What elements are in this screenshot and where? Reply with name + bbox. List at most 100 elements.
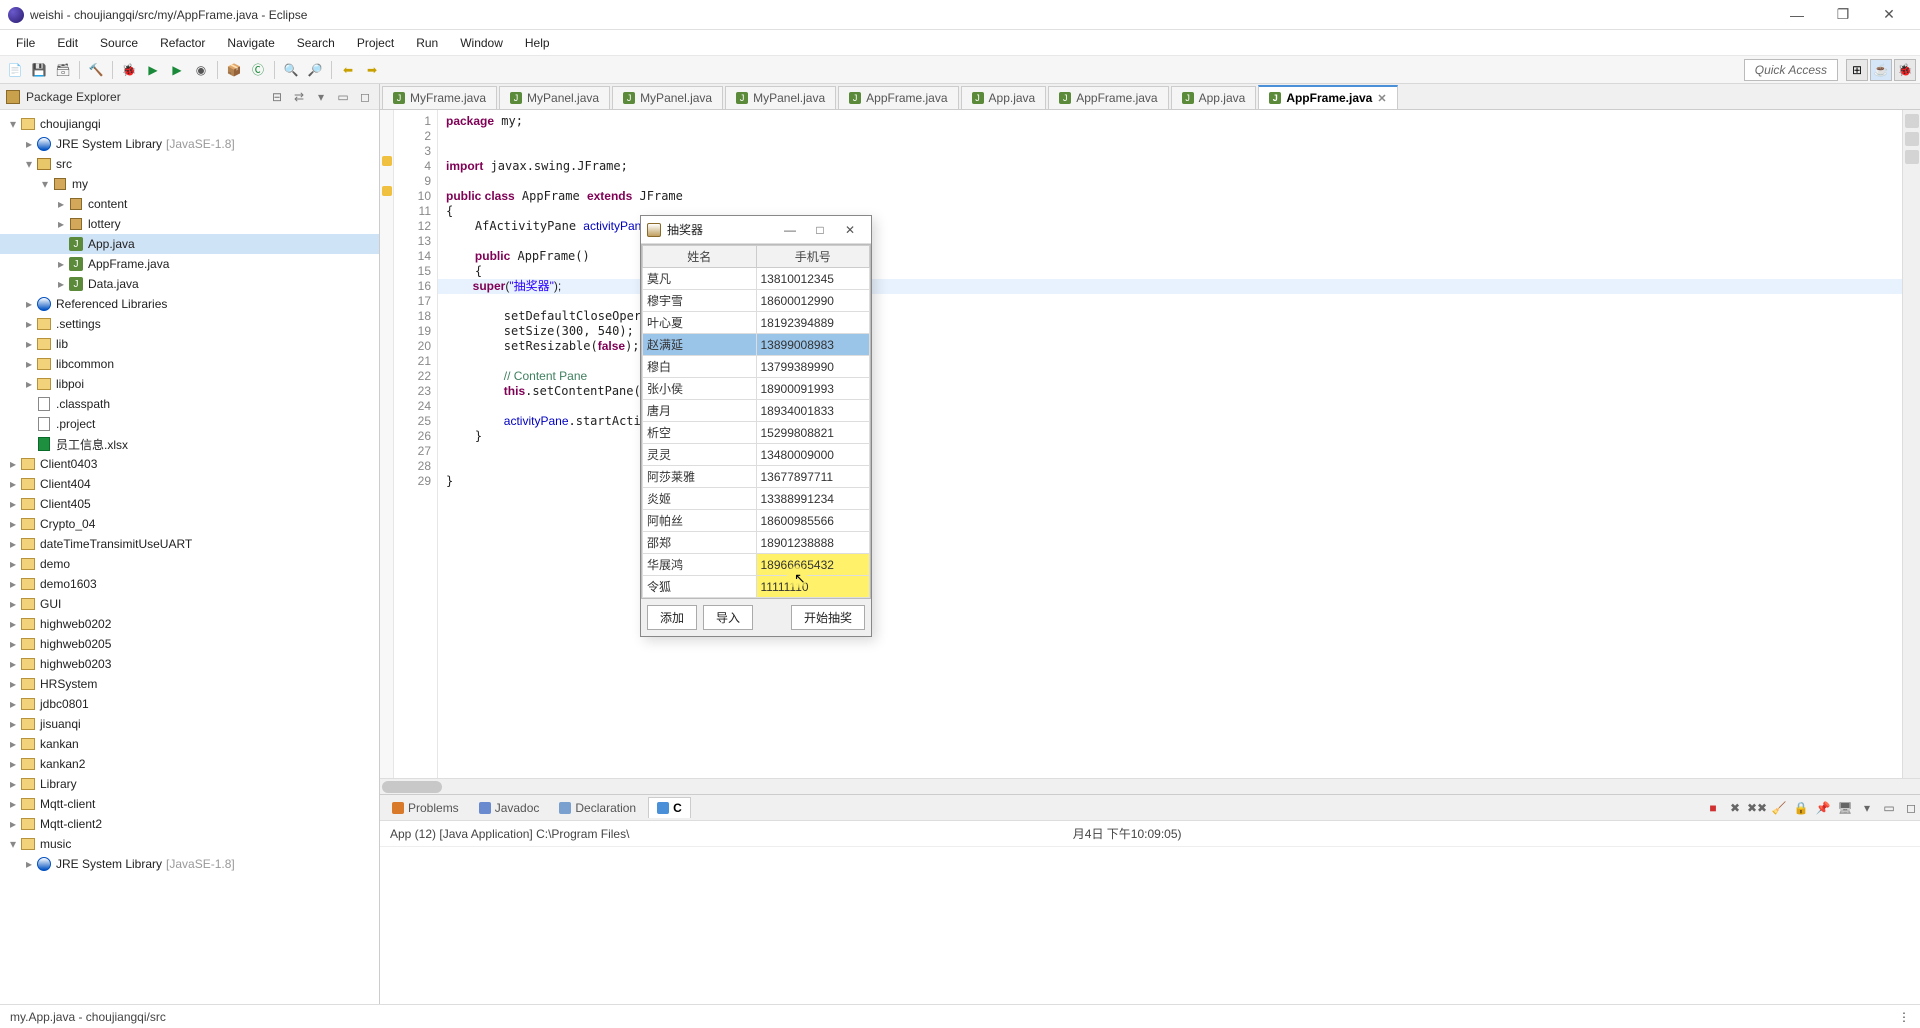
table-row[interactable]: 叶心夏18192394889 [643,312,870,334]
tree-file-data[interactable]: ▸Data.java [0,274,379,294]
table-row[interactable]: 灵灵13480009000 [643,444,870,466]
warning-marker-icon[interactable] [382,186,392,196]
tree-project[interactable]: ▸highweb0203 [0,654,379,674]
table-row[interactable]: 张小侯18900091993 [643,378,870,400]
table-row[interactable]: 阿帕丝18600985566 [643,510,870,532]
editor-tab[interactable]: JAppFrame.java [838,86,958,109]
view-menu-icon[interactable]: ▾ [313,89,329,105]
tree-project[interactable]: ▸demo [0,554,379,574]
add-button[interactable]: 添加 [647,605,697,630]
editor-tab[interactable]: JMyPanel.java [725,86,836,109]
scroll-lock-icon[interactable]: 🔒 [1792,799,1810,817]
tab-console[interactable]: C [648,797,691,818]
tree-project[interactable]: ▸highweb0205 [0,634,379,654]
package-explorer-tree[interactable]: ▾choujiangqi ▸JRE System Library[JavaSE-… [0,110,379,1004]
tree-lib[interactable]: ▸lib [0,334,379,354]
tree-classpath[interactable]: .classpath [0,394,379,414]
code-editor[interactable]: 12349 1011121314 1516171819 2021222324 2… [380,110,1920,778]
maximize-view-icon[interactable]: ◻ [357,89,373,105]
menu-source[interactable]: Source [90,33,148,53]
warning-marker-icon[interactable] [382,156,392,166]
tree-pkg-content[interactable]: ▸content [0,194,379,214]
tree-project[interactable]: ▸Client0403 [0,454,379,474]
tree-project[interactable]: ▸GUI [0,594,379,614]
window-minimize-button[interactable]: — [1774,0,1820,30]
tree-file-appframe[interactable]: ▸AppFrame.java [0,254,379,274]
save-button[interactable]: 💾 [28,59,50,81]
quick-access-field[interactable]: Quick Access [1744,59,1838,81]
table-row[interactable]: 华展鸿18966665432 [643,554,870,576]
table-row[interactable]: 赵满延13899008983 [643,334,870,356]
editor-tab[interactable]: JMyPanel.java [499,86,610,109]
open-perspective-button[interactable]: ⊞ [1846,59,1868,81]
dialog-maximize-button[interactable]: □ [805,220,835,240]
table-row[interactable]: 令狐11111110 [643,576,870,598]
menu-edit[interactable]: Edit [47,33,88,53]
coverage-button[interactable]: ◉ [190,59,212,81]
menu-help[interactable]: Help [515,33,560,53]
minimize-view-icon[interactable]: ▭ [335,89,351,105]
menu-run[interactable]: Run [406,33,448,53]
import-button[interactable]: 导入 [703,605,753,630]
clear-console-icon[interactable]: 🧹 [1770,799,1788,817]
tree-project[interactable]: ▸kankan2 [0,754,379,774]
dialog-close-button[interactable]: ✕ [835,220,865,240]
open-console-icon[interactable]: ▾ [1858,799,1876,817]
tree-jre[interactable]: ▸JRE System Library[JavaSE-1.8] [0,134,379,154]
terminate-icon[interactable]: ■ [1704,799,1722,817]
tree-project[interactable]: ▸highweb0202 [0,614,379,634]
tree-pkg-lottery[interactable]: ▸lottery [0,214,379,234]
maximize-view-icon[interactable]: ◻ [1902,799,1920,817]
menu-window[interactable]: Window [450,33,513,53]
tree-project[interactable]: ▸jdbc0801 [0,694,379,714]
col-phone-header[interactable]: 手机号 [756,246,870,268]
remove-all-icon[interactable]: ✖✖ [1748,799,1766,817]
window-maximize-button[interactable]: ❐ [1820,0,1866,30]
table-row[interactable]: 阿莎莱雅13677897711 [643,466,870,488]
debug-perspective-button[interactable]: 🐞 [1894,59,1916,81]
tree-project[interactable]: ▸dateTimeTransimitUseUART [0,534,379,554]
dialog-titlebar[interactable]: 抽奖器 — □ ✕ [641,216,871,244]
table-row[interactable]: 析空15299808821 [643,422,870,444]
menu-search[interactable]: Search [287,33,345,53]
new-button[interactable]: 📄 [4,59,26,81]
run-button[interactable]: ▶ [142,59,164,81]
participants-table[interactable]: 姓名 手机号 莫凡13810012345穆宇雪18600012990叶心夏181… [641,244,871,599]
tree-jre-music[interactable]: ▸JRE System Library[JavaSE-1.8] [0,854,379,874]
display-console-icon[interactable]: 🖥 [1836,799,1854,817]
tree-settings[interactable]: ▸.settings [0,314,379,334]
table-row[interactable]: 邵郑18901238888 [643,532,870,554]
nav-back-button[interactable]: ⬅ [337,59,359,81]
search-button[interactable]: 🔎 [304,59,326,81]
menu-project[interactable]: Project [347,33,404,53]
build-button[interactable]: 🔨 [85,59,107,81]
tab-problems[interactable]: Problems [384,798,467,818]
editor-tab[interactable]: JMyFrame.java [382,86,497,109]
menu-refactor[interactable]: Refactor [150,33,215,53]
col-name-header[interactable]: 姓名 [643,246,757,268]
console-body[interactable] [380,847,1920,1004]
table-row[interactable]: 穆白13799389990 [643,356,870,378]
tree-project[interactable]: ▸Crypto_04 [0,514,379,534]
tree-libpoi[interactable]: ▸libpoi [0,374,379,394]
tab-javadoc[interactable]: Javadoc [471,798,548,818]
editor-tab[interactable]: JAppFrame.java [1048,86,1168,109]
tree-file-app[interactable]: App.java [0,234,379,254]
tab-declaration[interactable]: Declaration [551,798,644,818]
tree-project[interactable]: ▸HRSystem [0,674,379,694]
table-row[interactable]: 唐月18934001833 [643,400,870,422]
table-row[interactable]: 莫凡13810012345 [643,268,870,290]
run-last-button[interactable]: ▶ [166,59,188,81]
tree-libcommon[interactable]: ▸libcommon [0,354,379,374]
dialog-minimize-button[interactable]: — [775,220,805,240]
tree-project[interactable]: ▸kankan [0,734,379,754]
close-tab-icon[interactable]: ✕ [1377,92,1386,105]
tree-project[interactable]: ▸Client405 [0,494,379,514]
editor-horizontal-scrollbar[interactable] [380,778,1920,794]
rail-icon[interactable] [1905,114,1919,128]
new-class-button[interactable]: Ⓒ [247,59,269,81]
window-close-button[interactable]: ✕ [1866,0,1912,30]
tree-project[interactable]: ▸Mqtt-client [0,794,379,814]
pin-console-icon[interactable]: 📌 [1814,799,1832,817]
java-perspective-button[interactable]: ☕ [1870,59,1892,81]
